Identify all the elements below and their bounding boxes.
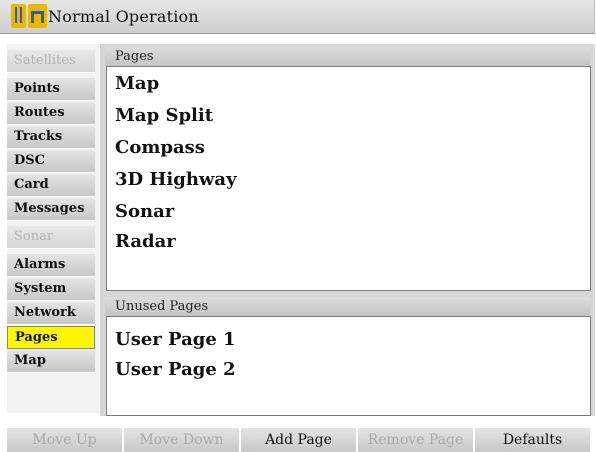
pages-header: Pages xyxy=(105,47,590,66)
sidebar-item-satellites: Satellites xyxy=(7,50,95,73)
pages-list: Map Map Split Compass 3D Highway Sonar R… xyxy=(106,66,591,291)
list-item[interactable]: Compass xyxy=(115,137,205,158)
sidebar-item-dsc[interactable]: DSC xyxy=(7,150,95,173)
sidebar-item-alarms[interactable]: Alarms xyxy=(7,254,95,277)
sidebar-item-network[interactable]: Network xyxy=(7,302,95,325)
sidebar-item-system[interactable]: System xyxy=(7,278,95,301)
add-page-button[interactable]: Add Page xyxy=(241,428,358,452)
sidebar-item-points[interactable]: Points xyxy=(7,78,95,101)
list-item[interactable]: Radar xyxy=(115,231,176,252)
sidebar-item-map[interactable]: Map xyxy=(7,350,95,373)
list-item[interactable]: 3D Highway xyxy=(115,169,237,190)
list-item[interactable]: Sonar xyxy=(115,201,174,222)
sidebar-item-messages[interactable]: Messages xyxy=(7,198,95,221)
sidebar-item-pages[interactable]: Pages xyxy=(7,326,95,349)
sidebar-item-routes[interactable]: Routes xyxy=(7,102,95,125)
title-bar: Normal Operation xyxy=(0,0,595,34)
softkey-bar: Move Up Move Down Add Page Remove Page D… xyxy=(7,428,590,452)
sidebar: Satellites Points Routes Tracks DSC Card… xyxy=(7,44,99,413)
list-item[interactable]: User Page 1 xyxy=(115,329,236,350)
remove-page-button[interactable]: Remove Page xyxy=(358,428,475,452)
garmin-logo-icon xyxy=(11,4,47,28)
list-item[interactable]: Map Split xyxy=(115,105,213,126)
list-item[interactable]: User Page 2 xyxy=(115,359,236,380)
unused-pages-header: Unused Pages xyxy=(105,297,590,316)
sidebar-item-card[interactable]: Card xyxy=(7,174,95,197)
list-item[interactable]: Map xyxy=(115,73,159,94)
window-title: Normal Operation xyxy=(48,7,199,26)
defaults-button[interactable]: Defaults xyxy=(475,428,590,452)
move-up-button[interactable]: Move Up xyxy=(7,428,124,452)
sidebar-item-tracks[interactable]: Tracks xyxy=(7,126,95,149)
unused-pages-list: User Page 1 User Page 2 xyxy=(106,316,591,416)
sidebar-item-sonar: Sonar xyxy=(7,226,95,249)
move-down-button[interactable]: Move Down xyxy=(124,428,241,452)
